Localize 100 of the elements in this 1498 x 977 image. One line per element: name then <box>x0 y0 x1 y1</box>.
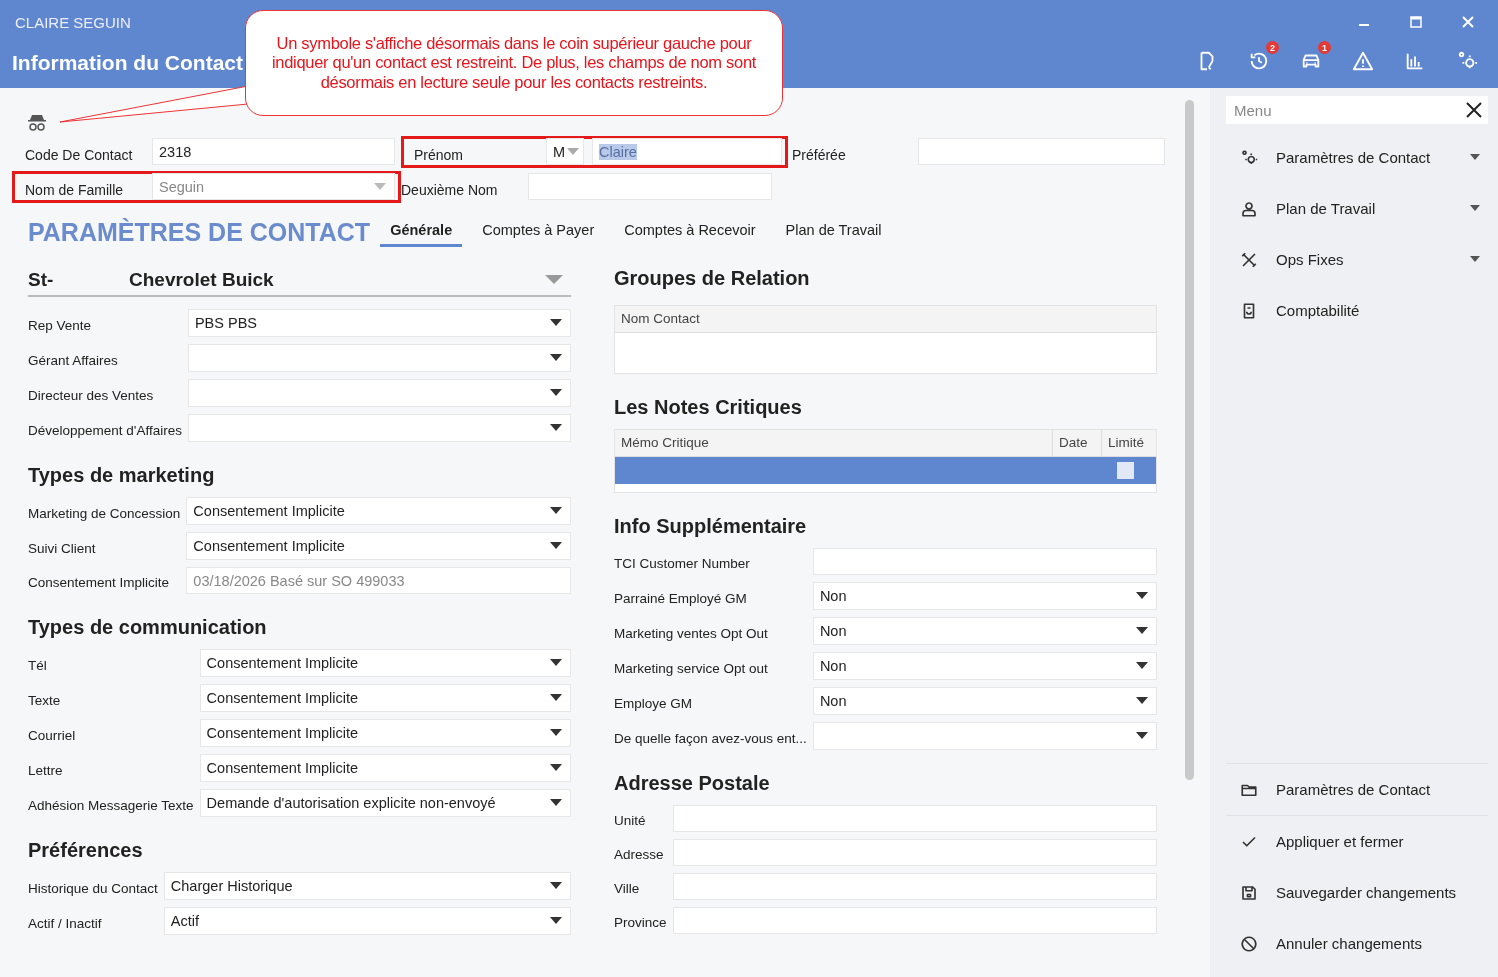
cancel-icon <box>1240 934 1258 953</box>
close-icon[interactable] <box>1466 102 1482 118</box>
caret-icon <box>550 799 562 807</box>
dropdown[interactable]: Consentement Implicite <box>186 532 571 560</box>
field-label: Code De Contact <box>25 145 134 163</box>
dropdown[interactable]: Seguin <box>152 173 395 200</box>
scrollbar-thumb[interactable] <box>1185 100 1194 780</box>
dropdown[interactable] <box>187 379 571 407</box>
field-label: Prénom <box>414 145 465 163</box>
dropdown[interactable]: Non <box>812 652 1157 680</box>
menu-item[interactable]: Comptabilité <box>1226 285 1488 336</box>
dropdown[interactable]: Consentement Implicite <box>199 649 571 677</box>
section-title: Groupes de Relation <box>614 267 811 291</box>
title-dropdown[interactable]: M <box>546 138 584 165</box>
input-field[interactable] <box>918 138 1165 165</box>
caret-icon <box>550 917 562 925</box>
input-field[interactable] <box>672 907 1157 934</box>
field-label: Suivi Client <box>28 539 97 556</box>
dropdown[interactable] <box>187 414 571 442</box>
window-title: Information du Contact <box>12 51 243 75</box>
caret-icon <box>550 507 562 515</box>
field-label: Préférée <box>792 145 847 163</box>
callout-text: Un symbole s'affiche désormais dans le coin supérieur gauche pour indiquer qu'un contact est restreint. De plus, les champs de nom sont désormais en lecture seule pour les contacts restreints. <box>270 33 758 93</box>
caret-icon <box>1136 662 1148 670</box>
field-label: Marketing service Opt out <box>614 659 769 676</box>
tools-icon <box>1240 250 1258 269</box>
section-title: Types de communication <box>28 616 268 639</box>
menu-action[interactable]: Paramètres de Contact <box>1226 763 1488 815</box>
read-only-field: 03/18/2026 Basé sur SO 499033 <box>186 567 571 594</box>
user-name: CLAIRE SEGUIN <box>15 13 131 31</box>
dropdown[interactable]: Non <box>812 687 1157 715</box>
field-label: Lettre <box>28 761 64 778</box>
input-field[interactable] <box>812 548 1157 575</box>
dropdown[interactable] <box>187 344 571 372</box>
menu-item[interactable]: Ops Fixes <box>1226 234 1488 285</box>
tab[interactable]: Comptes à Payer <box>472 222 605 247</box>
caret-icon <box>550 354 562 362</box>
dropdown[interactable]: Charger Historique <box>163 872 571 900</box>
field-label: Marketing ventes Opt Out <box>614 624 769 641</box>
column-header: Mémo Critique <box>620 434 710 452</box>
tab[interactable]: Comptes à Recevoir <box>614 222 766 247</box>
dropdown[interactable]: PBS PBS <box>187 309 571 337</box>
settings-icon <box>1240 148 1258 167</box>
caret-icon <box>1136 697 1148 705</box>
dropdown[interactable]: Consentement Implicite <box>199 684 571 712</box>
caret-icon <box>550 729 562 737</box>
maximize-icon[interactable] <box>1410 16 1422 28</box>
field-label: De quelle façon avez-vous ent... <box>614 729 807 746</box>
caret-icon <box>550 882 562 890</box>
dealer-dropdown[interactable]: St- Chevrolet Buick <box>28 265 571 297</box>
tab[interactable]: Générale <box>380 222 463 247</box>
warning-icon[interactable] <box>1352 50 1374 72</box>
dropdown[interactable]: Consentement Implicite <box>199 754 571 782</box>
checkbox[interactable] <box>1117 462 1134 479</box>
input-field[interactable]: 2318 <box>152 138 395 165</box>
field-label: Courriel <box>28 726 77 743</box>
dropdown[interactable]: Non <box>812 617 1157 645</box>
field-label: Ville <box>614 880 641 896</box>
dropdown[interactable] <box>812 722 1157 750</box>
field-label: Gérant Affaires <box>28 351 119 368</box>
table-row[interactable] <box>615 457 1156 484</box>
dropdown[interactable]: Non <box>812 582 1157 610</box>
caret-icon <box>550 319 562 327</box>
dropdown[interactable]: Consentement Implicite <box>186 497 571 525</box>
input-field[interactable] <box>672 873 1157 900</box>
caret-icon <box>550 424 562 432</box>
field-label: Actif / Inactif <box>28 914 103 931</box>
field-label: Province <box>614 914 667 930</box>
field-label: Développement d'Affaires <box>28 421 182 438</box>
caret-icon <box>1136 592 1148 600</box>
field-label: Nom de Famille <box>25 180 125 198</box>
history-icon[interactable] <box>1248 50 1270 72</box>
menu-action[interactable]: Sauvegarder changements <box>1226 867 1488 918</box>
menu-search-field[interactable]: Menu <box>1226 96 1488 124</box>
menu-action[interactable]: Annuler changements <box>1226 918 1488 969</box>
input-field[interactable] <box>528 173 772 200</box>
dropdown[interactable]: Demande d'autorisation explicite non-envoyé <box>199 789 571 817</box>
notification-badge: 2 <box>1266 41 1279 54</box>
column-header: Limité <box>1101 430 1156 456</box>
input-field[interactable] <box>672 805 1157 832</box>
field-label: Marketing de Concession <box>28 504 181 521</box>
field-label: Deuxième Nom <box>401 180 499 198</box>
tab[interactable]: Plan de Travail <box>775 222 892 247</box>
section-title: Adresse Postale <box>614 772 771 795</box>
menu-action[interactable]: Appliquer et fermer <box>1226 815 1488 867</box>
menu-item[interactable]: Paramètres de Contact <box>1226 132 1488 183</box>
input-field[interactable] <box>672 839 1157 866</box>
field-label: Employe GM <box>614 694 694 711</box>
dropdown[interactable]: Consentement Implicite <box>199 719 571 747</box>
column-header: Nom Contact <box>620 310 701 328</box>
menu-item[interactable]: Plan de Travail <box>1226 183 1488 234</box>
caret-icon <box>567 147 579 156</box>
dropdown[interactable]: Actif <box>163 907 571 935</box>
field-label: Tél <box>28 656 48 673</box>
field-label: Historique du Contact <box>28 879 158 896</box>
section-title: Préférences <box>28 839 144 862</box>
caret-icon <box>1136 732 1148 740</box>
caret-icon <box>545 275 563 285</box>
section-title: Les Notes Critiques <box>614 396 803 419</box>
field-label: TCI Customer Number <box>614 555 751 571</box>
